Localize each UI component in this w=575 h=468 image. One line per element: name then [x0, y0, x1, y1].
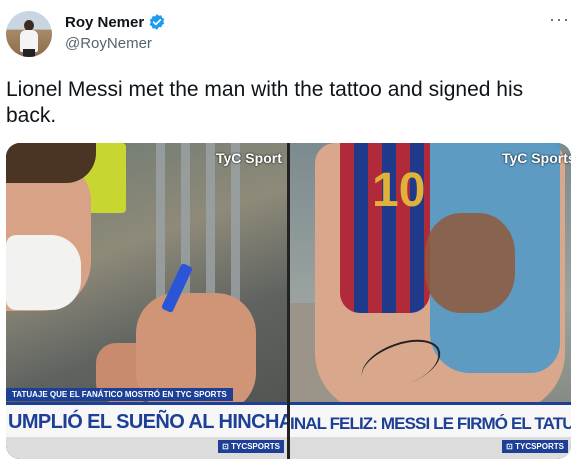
display-name[interactable]: Roy Nemer — [65, 14, 144, 31]
ticker-bar: ⊡ TYCSPORTS — [290, 437, 571, 459]
avatar[interactable] — [6, 11, 52, 57]
tattoo-trophy — [425, 213, 515, 313]
channel-logo: TyC Sport — [216, 150, 282, 166]
media-image-right[interactable]: 10 TyC Sports INAL FELIZ: MESSI LE FIRMÓ… — [290, 143, 571, 459]
tycsports-badge: ⊡ TYCSPORTS — [502, 440, 568, 453]
channel-logo: TyC Sports — [502, 150, 571, 166]
face-mask — [6, 235, 81, 310]
lower-third: INAL FELIZ: MESSI LE FIRMÓ EL TATUAJE AL… — [290, 402, 571, 439]
handle[interactable]: @RoyNemer — [65, 35, 152, 52]
avatar-legs — [23, 49, 35, 57]
lower-third-headline: UMPLIÓ EL SUEÑO AL HINCHA B — [8, 411, 287, 433]
more-options-icon[interactable]: ··· — [549, 9, 570, 30]
player-hair — [6, 143, 96, 183]
lower-third: UMPLIÓ EL SUEÑO AL HINCHA B — [6, 402, 287, 439]
lower-third-kicker: TATUAJE QUE EL FANÁTICO MOSTRÓ EN TYC SP… — [6, 388, 233, 401]
tycsports-badge: ⊡ TYCSPORTS — [218, 440, 284, 453]
jersey-number: 10 — [372, 164, 426, 217]
verified-badge-icon — [149, 14, 165, 30]
lower-third-headline: INAL FELIZ: MESSI LE FIRMÓ EL TATUAJE AL… — [290, 414, 571, 433]
tweet-media[interactable]: TyC Sport TATUAJE QUE EL FANÁTICO MOSTRÓ… — [6, 143, 571, 459]
tweet-text: Lionel Messi met the man with the tattoo… — [6, 78, 524, 127]
ticker-bar: ⊡ TYCSPORTS — [6, 437, 287, 459]
media-image-left[interactable]: TyC Sport TATUAJE QUE EL FANÁTICO MOSTRÓ… — [6, 143, 287, 459]
